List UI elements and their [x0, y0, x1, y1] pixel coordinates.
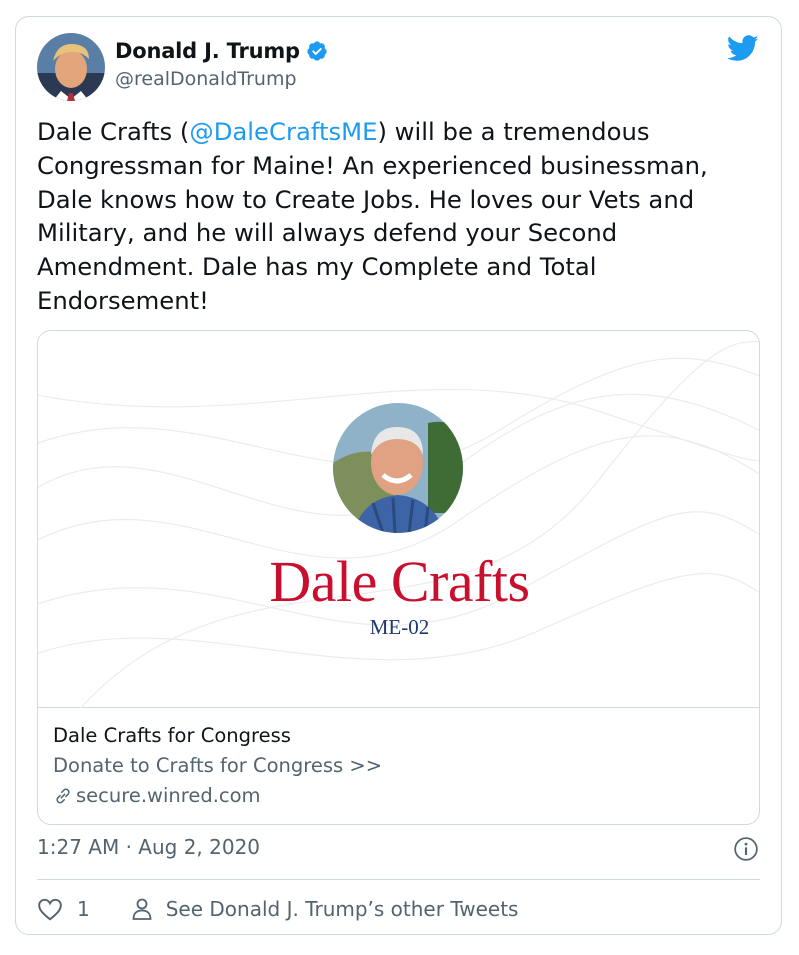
- heart-icon[interactable]: [37, 897, 63, 921]
- tweet-timestamp[interactable]: 1:27 AM · Aug 2, 2020: [37, 835, 260, 859]
- card-description[interactable]: Donate to Crafts for Congress >>: [53, 751, 743, 781]
- tweet-actions: 1 See Donald J. Trump’s other Tweets: [37, 892, 518, 926]
- twitter-bird-icon[interactable]: [727, 35, 759, 62]
- mention-link[interactable]: @DaleCraftsME: [189, 117, 377, 146]
- card-image-title: Dale Crafts: [269, 549, 530, 614]
- author-handle[interactable]: @realDonaldTrump: [115, 68, 297, 90]
- card-site-title[interactable]: Dale Crafts for Congress: [53, 721, 743, 751]
- candidate-portrait: [333, 403, 463, 533]
- tweet-text-part: Dale Crafts (: [37, 117, 190, 146]
- link-card[interactable]: Dale Crafts ME-02 Dale Crafts for Congre…: [37, 330, 760, 825]
- tweet-text-part: ) will be a tremendous Congressman for M…: [37, 117, 708, 315]
- avatar[interactable]: [37, 33, 105, 101]
- link-icon: [56, 788, 70, 804]
- divider: [37, 879, 760, 880]
- author-display-name[interactable]: Donald J. Trump: [115, 39, 300, 63]
- card-image[interactable]: Dale Crafts ME-02: [38, 331, 759, 708]
- tweet-embed: Donald J. Trump @realDonaldTrump Dale Cr…: [15, 16, 782, 935]
- verified-badge-icon: [307, 41, 327, 61]
- info-icon[interactable]: [733, 836, 759, 862]
- card-domain-text[interactable]: secure.winred.com: [76, 781, 261, 811]
- profile-icon[interactable]: [130, 897, 154, 921]
- card-meta[interactable]: Dale Crafts for Congress Donate to Craft…: [53, 721, 743, 811]
- tweet-text: Dale Crafts (@DaleCraftsME) will be a tr…: [37, 115, 762, 318]
- card-domain[interactable]: secure.winred.com: [53, 781, 743, 811]
- card-image-subtitle: ME-02: [369, 615, 430, 639]
- like-count[interactable]: 1: [77, 897, 90, 921]
- see-other-tweets-link[interactable]: See Donald J. Trump’s other Tweets: [166, 897, 519, 921]
